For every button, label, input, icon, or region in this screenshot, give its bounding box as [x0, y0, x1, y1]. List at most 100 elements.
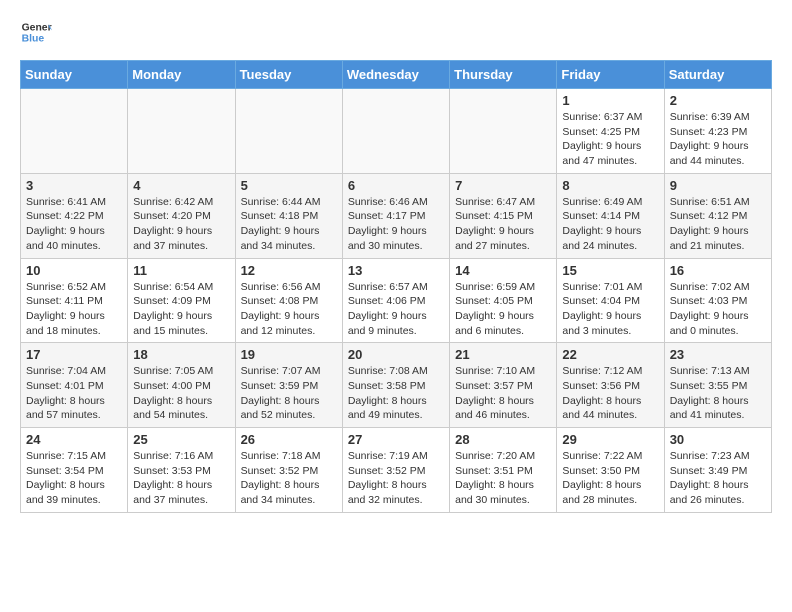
calendar-cell: 30 Sunrise: 7:23 AM Sunset: 3:49 PM Dayli… — [664, 428, 771, 513]
calendar-day-header: Saturday — [664, 61, 771, 89]
calendar-day-header: Monday — [128, 61, 235, 89]
day-number: 6 — [348, 178, 444, 193]
calendar-cell — [21, 89, 128, 174]
day-number: 5 — [241, 178, 337, 193]
calendar-cell: 5 Sunrise: 6:44 AM Sunset: 4:18 PM Daylig… — [235, 173, 342, 258]
day-info: Sunrise: 7:07 AM Sunset: 3:59 PM Dayligh… — [241, 364, 337, 423]
day-number: 17 — [26, 347, 122, 362]
logo-icon: General Blue — [20, 16, 52, 48]
calendar-day-header: Friday — [557, 61, 664, 89]
day-number: 15 — [562, 263, 658, 278]
calendar-cell: 13 Sunrise: 6:57 AM Sunset: 4:06 PM Dayli… — [342, 258, 449, 343]
calendar-cell: 12 Sunrise: 6:56 AM Sunset: 4:08 PM Dayli… — [235, 258, 342, 343]
calendar-cell: 17 Sunrise: 7:04 AM Sunset: 4:01 PM Dayli… — [21, 343, 128, 428]
calendar-cell: 16Sunrise: 7:02 AM Sunset: 4:03 PM Dayli… — [664, 258, 771, 343]
day-number: 20 — [348, 347, 444, 362]
day-number: 19 — [241, 347, 337, 362]
day-number: 7 — [455, 178, 551, 193]
day-info: Sunrise: 7:16 AM Sunset: 3:53 PM Dayligh… — [133, 449, 229, 508]
calendar-cell: 18Sunrise: 7:05 AM Sunset: 4:00 PM Dayli… — [128, 343, 235, 428]
day-number: 22 — [562, 347, 658, 362]
calendar-cell: 4 Sunrise: 6:42 AM Sunset: 4:20 PM Daylig… — [128, 173, 235, 258]
calendar-header-row: SundayMondayTuesdayWednesdayThursdayFrid… — [21, 61, 772, 89]
day-info: Sunrise: 7:19 AM Sunset: 3:52 PM Dayligh… — [348, 449, 444, 508]
day-info: Sunrise: 6:54 AM Sunset: 4:09 PM Dayligh… — [133, 280, 229, 339]
page-container: General Blue SundayMondayTuesdayWednesda… — [0, 0, 792, 529]
calendar-cell: 25 Sunrise: 7:16 AM Sunset: 3:53 PM Dayli… — [128, 428, 235, 513]
calendar-day-header: Wednesday — [342, 61, 449, 89]
calendar-cell: 6 Sunrise: 6:46 AM Sunset: 4:17 PM Daylig… — [342, 173, 449, 258]
calendar-cell: 27 Sunrise: 7:19 AM Sunset: 3:52 PM Dayli… — [342, 428, 449, 513]
day-number: 3 — [26, 178, 122, 193]
day-info: Sunrise: 6:52 AM Sunset: 4:11 PM Dayligh… — [26, 280, 122, 339]
calendar-cell — [450, 89, 557, 174]
calendar-cell: 24 Sunrise: 7:15 AM Sunset: 3:54 PM Dayli… — [21, 428, 128, 513]
day-number: 30 — [670, 432, 766, 447]
day-number: 25 — [133, 432, 229, 447]
day-number: 4 — [133, 178, 229, 193]
day-info: Sunrise: 7:15 AM Sunset: 3:54 PM Dayligh… — [26, 449, 122, 508]
day-info: Sunrise: 6:37 AM Sunset: 4:25 PM Dayligh… — [562, 110, 658, 169]
day-number: 23 — [670, 347, 766, 362]
day-number: 27 — [348, 432, 444, 447]
calendar-week-row: 10 Sunrise: 6:52 AM Sunset: 4:11 PM Dayli… — [21, 258, 772, 343]
calendar-cell: 3 Sunrise: 6:41 AM Sunset: 4:22 PM Daylig… — [21, 173, 128, 258]
day-number: 21 — [455, 347, 551, 362]
calendar-week-row: 1 Sunrise: 6:37 AM Sunset: 4:25 PM Daylig… — [21, 89, 772, 174]
calendar-cell: 10 Sunrise: 6:52 AM Sunset: 4:11 PM Dayli… — [21, 258, 128, 343]
day-number: 14 — [455, 263, 551, 278]
svg-text:Blue: Blue — [22, 34, 45, 45]
day-number: 24 — [26, 432, 122, 447]
day-number: 16 — [670, 263, 766, 278]
calendar-week-row: 3 Sunrise: 6:41 AM Sunset: 4:22 PM Daylig… — [21, 173, 772, 258]
calendar-cell: 20 Sunrise: 7:08 AM Sunset: 3:58 PM Dayli… — [342, 343, 449, 428]
day-info: Sunrise: 7:13 AM Sunset: 3:55 PM Dayligh… — [670, 364, 766, 423]
day-number: 2 — [670, 93, 766, 108]
header: General Blue — [20, 16, 772, 48]
day-info: Sunrise: 7:23 AM Sunset: 3:49 PM Dayligh… — [670, 449, 766, 508]
day-number: 12 — [241, 263, 337, 278]
day-info: Sunrise: 6:41 AM Sunset: 4:22 PM Dayligh… — [26, 195, 122, 254]
calendar-cell: 23 Sunrise: 7:13 AM Sunset: 3:55 PM Dayli… — [664, 343, 771, 428]
day-info: Sunrise: 6:56 AM Sunset: 4:08 PM Dayligh… — [241, 280, 337, 339]
day-number: 28 — [455, 432, 551, 447]
calendar-cell — [128, 89, 235, 174]
calendar-cell: 7Sunrise: 6:47 AM Sunset: 4:15 PM Daylig… — [450, 173, 557, 258]
day-info: Sunrise: 7:04 AM Sunset: 4:01 PM Dayligh… — [26, 364, 122, 423]
day-info: Sunrise: 6:46 AM Sunset: 4:17 PM Dayligh… — [348, 195, 444, 254]
day-info: Sunrise: 6:59 AM Sunset: 4:05 PM Dayligh… — [455, 280, 551, 339]
calendar-day-header: Thursday — [450, 61, 557, 89]
calendar-week-row: 24 Sunrise: 7:15 AM Sunset: 3:54 PM Dayli… — [21, 428, 772, 513]
calendar-cell: 9 Sunrise: 6:51 AM Sunset: 4:12 PM Daylig… — [664, 173, 771, 258]
calendar-cell — [342, 89, 449, 174]
calendar-cell: 1 Sunrise: 6:37 AM Sunset: 4:25 PM Daylig… — [557, 89, 664, 174]
day-info: Sunrise: 7:08 AM Sunset: 3:58 PM Dayligh… — [348, 364, 444, 423]
day-number: 13 — [348, 263, 444, 278]
calendar-day-header: Tuesday — [235, 61, 342, 89]
day-number: 1 — [562, 93, 658, 108]
day-info: Sunrise: 7:22 AM Sunset: 3:50 PM Dayligh… — [562, 449, 658, 508]
calendar-cell: 21Sunrise: 7:10 AM Sunset: 3:57 PM Dayli… — [450, 343, 557, 428]
calendar-cell: 19 Sunrise: 7:07 AM Sunset: 3:59 PM Dayli… — [235, 343, 342, 428]
day-info: Sunrise: 6:39 AM Sunset: 4:23 PM Dayligh… — [670, 110, 766, 169]
day-number: 11 — [133, 263, 229, 278]
calendar-cell: 26Sunrise: 7:18 AM Sunset: 3:52 PM Dayli… — [235, 428, 342, 513]
day-number: 10 — [26, 263, 122, 278]
day-info: Sunrise: 6:51 AM Sunset: 4:12 PM Dayligh… — [670, 195, 766, 254]
day-number: 9 — [670, 178, 766, 193]
day-info: Sunrise: 6:44 AM Sunset: 4:18 PM Dayligh… — [241, 195, 337, 254]
calendar-day-header: Sunday — [21, 61, 128, 89]
day-info: Sunrise: 7:05 AM Sunset: 4:00 PM Dayligh… — [133, 364, 229, 423]
calendar-cell: 15 Sunrise: 7:01 AM Sunset: 4:04 PM Dayli… — [557, 258, 664, 343]
calendar-cell — [235, 89, 342, 174]
calendar-cell: 2 Sunrise: 6:39 AM Sunset: 4:23 PM Daylig… — [664, 89, 771, 174]
day-info: Sunrise: 6:49 AM Sunset: 4:14 PM Dayligh… — [562, 195, 658, 254]
day-info: Sunrise: 6:42 AM Sunset: 4:20 PM Dayligh… — [133, 195, 229, 254]
calendar-table: SundayMondayTuesdayWednesdayThursdayFrid… — [20, 60, 772, 513]
day-info: Sunrise: 7:18 AM Sunset: 3:52 PM Dayligh… — [241, 449, 337, 508]
day-info: Sunrise: 6:57 AM Sunset: 4:06 PM Dayligh… — [348, 280, 444, 339]
svg-text:General: General — [22, 22, 52, 33]
day-info: Sunrise: 7:01 AM Sunset: 4:04 PM Dayligh… — [562, 280, 658, 339]
calendar-cell: 28 Sunrise: 7:20 AM Sunset: 3:51 PM Dayli… — [450, 428, 557, 513]
day-info: Sunrise: 7:20 AM Sunset: 3:51 PM Dayligh… — [455, 449, 551, 508]
